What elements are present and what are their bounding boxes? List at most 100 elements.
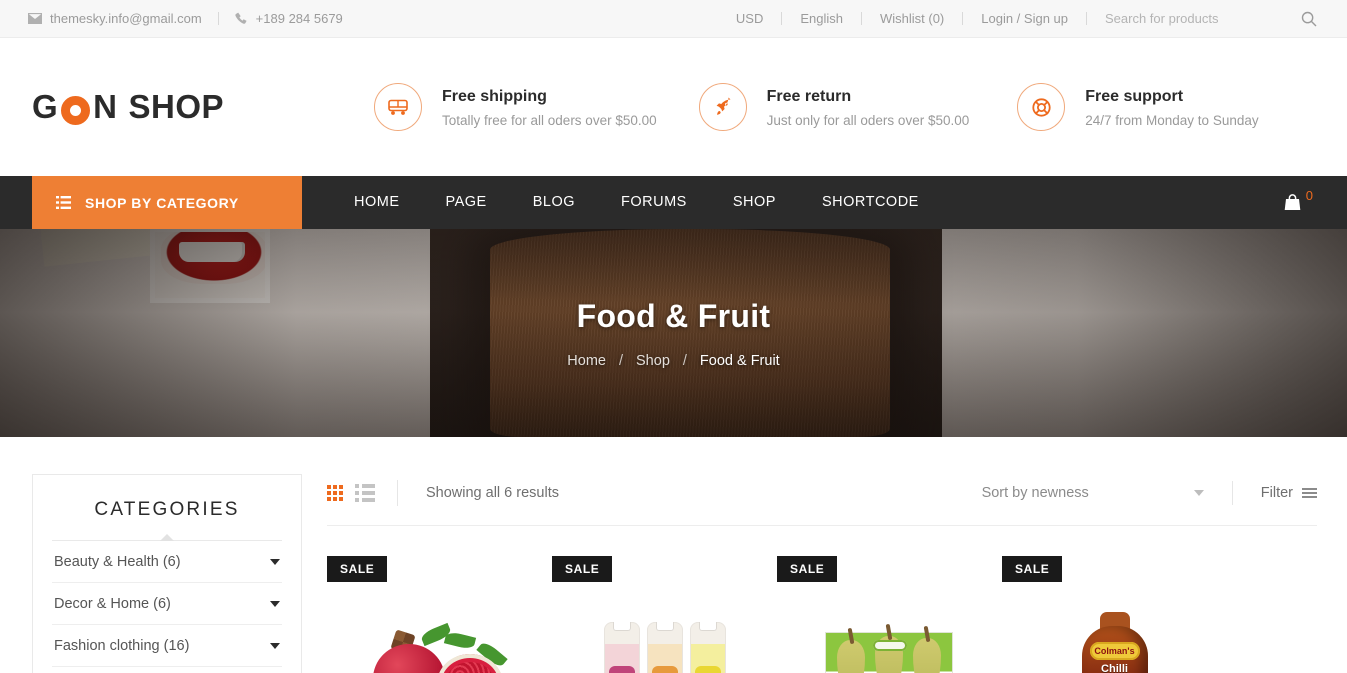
status-badge: SALE (1002, 556, 1063, 582)
login-signup-link[interactable]: Login / Sign up (981, 11, 1068, 26)
feature-title: Free return (766, 87, 852, 105)
toolbar-rule (327, 525, 1317, 526)
feature-text: Free return Just only for all oders over… (767, 86, 970, 128)
results-count: Showing all 6 results (426, 485, 559, 501)
filter-label: Filter (1260, 485, 1293, 501)
phone-text: +189 284 5679 (255, 11, 343, 26)
product-listing: Showing all 6 results Sort by newness Fi… (327, 474, 1317, 673)
filter-button[interactable]: Filter (1261, 485, 1317, 501)
search-input[interactable] (1105, 11, 1255, 26)
breadcrumb: Home / Shop / Food & Fruit (567, 353, 779, 369)
nav-item-shortcode[interactable]: SHORTCODE (799, 176, 942, 229)
feature-free-shipping: Free shipping Totally free for all oders… (374, 83, 657, 131)
product-card-ovi-juice[interactable]: SALE ovi ovi ovi (552, 556, 777, 673)
category-label: Beauty & Health (6) (54, 554, 181, 570)
sidebar: CATEGORIES Beauty & Health (6) Decor & H… (32, 474, 302, 673)
sidebar-item-fashion-clothing[interactable]: Fashion clothing (16) (52, 625, 282, 667)
logo-text-3: SHOP (128, 88, 225, 125)
phone-icon (235, 12, 247, 24)
categories-divider (52, 534, 282, 541)
nav-item-blog[interactable]: BLOG (510, 176, 598, 229)
feature-text: Free support 24/7 from Monday to Sunday (1085, 86, 1258, 128)
nav-item-forums[interactable]: FORUMS (598, 176, 710, 229)
view-switcher (327, 480, 398, 506)
breadcrumb-item-current: Food & Fruit (699, 352, 780, 369)
search-area (1105, 11, 1317, 27)
nav-menu: HOME PAGE BLOG FORUMS SHOP SHORTCODE (331, 176, 942, 229)
logo-text-2: N (93, 88, 118, 125)
sauce-brand: Colman's (1089, 642, 1140, 660)
product-card-chilli-mango-sauce[interactable]: SALE Colman's Chilli Mango (1002, 556, 1227, 673)
chevron-down-icon[interactable] (270, 643, 280, 649)
product-image: Pear (777, 604, 1002, 673)
status-badge: SALE (777, 556, 838, 582)
sauce-name: Chilli Mango (1085, 664, 1145, 673)
nav-item-home[interactable]: HOME (331, 176, 423, 229)
chevron-down-icon (1193, 490, 1204, 496)
language-selector[interactable]: English (800, 11, 843, 26)
site-logo[interactable]: G N SHOP (32, 88, 352, 126)
category-label: Decor & Home (6) (54, 596, 171, 612)
envelope-icon (28, 13, 42, 24)
top-bar-contact: themesky.info@gmail.com +189 284 5679 (28, 11, 343, 26)
email-contact[interactable]: themesky.info@gmail.com (28, 11, 202, 26)
sort-value: Sort by newness (981, 485, 1089, 501)
juice-bottles-art: ovi ovi ovi (603, 622, 726, 673)
site-header: G N SHOP Free shipping Totally free for … (0, 38, 1347, 176)
feature-text: Free shipping Totally free for all oders… (442, 86, 657, 128)
listing-toolbar: Showing all 6 results Sort by newness Fi… (327, 474, 1317, 512)
feature-subtitle: 24/7 from Monday to Sunday (1085, 113, 1259, 129)
email-text: themesky.info@gmail.com (50, 11, 202, 26)
search-icon[interactable] (1301, 11, 1317, 27)
logo-ring-icon (61, 95, 91, 125)
lifebuoy-icon (1017, 83, 1066, 131)
divider (781, 12, 783, 25)
main-navigation: SHOP BY CATEGORY HOME PAGE BLOG FORUMS S… (0, 176, 1347, 229)
feature-free-return: Free return Just only for all oders over… (698, 83, 970, 131)
shop-by-category-button[interactable]: SHOP BY CATEGORY (32, 176, 302, 229)
shop-by-category-label: SHOP BY CATEGORY (85, 194, 239, 211)
breadcrumb-separator: / (682, 352, 687, 369)
top-bar: themesky.info@gmail.com +189 284 5679 US… (0, 0, 1347, 38)
sidebar-item-beauty-health[interactable]: Beauty & Health (6) (52, 541, 282, 583)
divider (860, 12, 862, 25)
feature-free-support: Free support 24/7 from Monday to Sunday (1017, 83, 1259, 131)
breadcrumb-item-shop[interactable]: Shop (636, 353, 670, 369)
service-features: Free shipping Totally free for all oders… (352, 83, 1317, 131)
categories-widget: CATEGORIES Beauty & Health (6) Decor & H… (32, 474, 302, 673)
product-card-pears[interactable]: SALE Pear (777, 556, 1002, 673)
cart-button[interactable]: 0 (1283, 176, 1313, 229)
hero-content: Food & Fruit Home / Shop / Food & Fruit (0, 229, 1347, 437)
pomegranate-art (365, 618, 515, 673)
chevron-down-icon[interactable] (270, 559, 280, 565)
product-card-pomegranate[interactable]: SALE (327, 556, 552, 673)
logo-text-1: G (32, 88, 59, 125)
divider (1231, 481, 1233, 505)
wishlist-link[interactable]: Wishlist (0) (880, 11, 944, 26)
nav-item-shop[interactable]: SHOP (710, 176, 799, 229)
currency-selector[interactable]: USD (736, 11, 763, 26)
sauce-bottle-art: Colman's Chilli Mango (1078, 608, 1152, 673)
sauce-name-line1: Chilli (1101, 663, 1128, 673)
page-hero-banner: Food & Fruit Home / Shop / Food & Fruit (0, 229, 1347, 437)
feature-title: Free shipping (442, 87, 547, 105)
cart-count-badge: 0 (1305, 188, 1313, 203)
sidebar-item-food-fruit[interactable]: Food & Fruit (6) (52, 667, 282, 673)
breadcrumb-item-home[interactable]: Home (567, 353, 606, 369)
product-image (327, 604, 552, 673)
nav-item-page[interactable]: PAGE (423, 176, 510, 229)
grid-view-icon[interactable] (327, 485, 343, 501)
sort-dropdown[interactable]: Sort by newness (982, 485, 1204, 501)
sidebar-item-decor-home[interactable]: Decor & Home (6) (52, 583, 282, 625)
feature-title: Free support (1085, 87, 1184, 105)
category-label: Fashion clothing (16) (54, 638, 190, 654)
product-grid: SALE SALE ovi ovi ovi (327, 556, 1317, 673)
chevron-down-icon[interactable] (270, 601, 280, 607)
sort-and-filter: Sort by newness Filter (982, 481, 1317, 505)
feature-subtitle: Totally free for all oders over $50.00 (442, 113, 657, 129)
shopping-bag-icon (1284, 194, 1301, 210)
list-view-icon[interactable] (355, 484, 375, 502)
filter-lines-icon (1302, 488, 1317, 498)
phone-contact[interactable]: +189 284 5679 (235, 11, 343, 26)
pear-carton-art: Pear (815, 614, 965, 673)
